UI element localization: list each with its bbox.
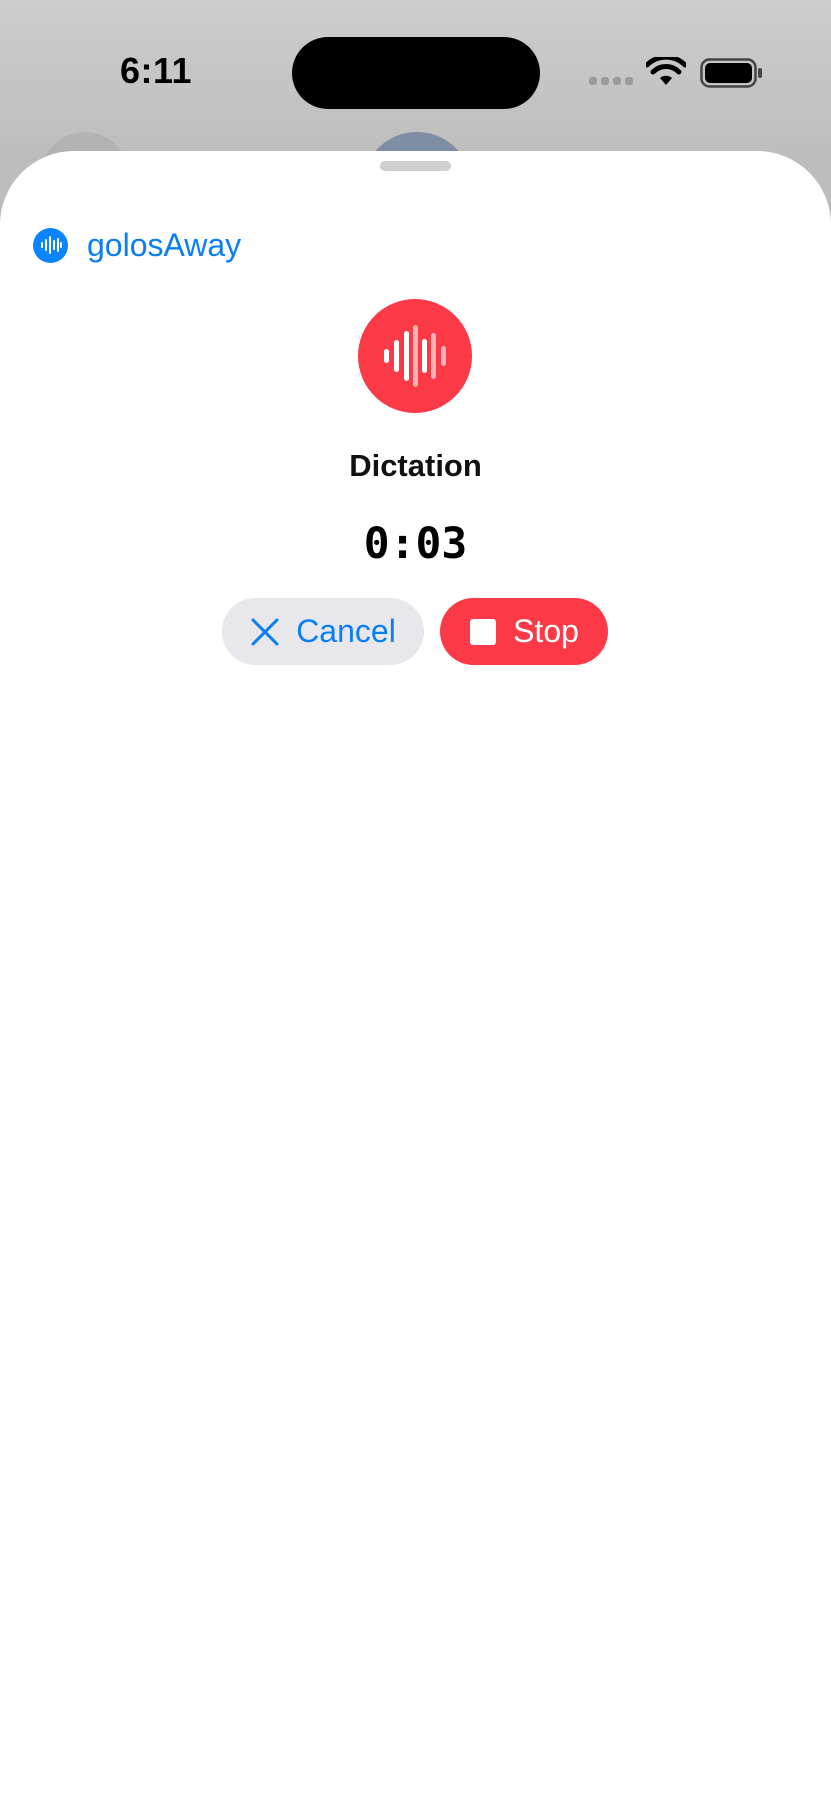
cancel-button[interactable]: Cancel <box>222 598 424 665</box>
dictation-sheet: golosAway Dictation 0:03 Cancel Stop <box>0 151 831 1800</box>
close-icon <box>250 617 280 647</box>
stop-button[interactable]: Stop <box>440 598 608 665</box>
app-header: golosAway <box>33 225 241 265</box>
waveform-icon <box>33 227 68 263</box>
waveform-icon <box>358 299 472 413</box>
sheet-grabber[interactable] <box>380 161 451 171</box>
dictation-title: Dictation <box>349 448 482 483</box>
battery-icon <box>700 58 762 88</box>
stop-icon <box>469 618 497 646</box>
status-time: 6:11 <box>120 50 193 91</box>
stop-button-label: Stop <box>513 613 579 649</box>
status-bar: 6:11 <box>0 0 831 150</box>
recording-timer: 0:03 <box>363 519 468 569</box>
cancel-button-label: Cancel <box>296 613 396 649</box>
dynamic-island <box>292 37 540 109</box>
app-name: golosAway <box>87 226 242 263</box>
cellular-signal-icon <box>589 77 633 85</box>
wifi-icon <box>646 57 686 85</box>
